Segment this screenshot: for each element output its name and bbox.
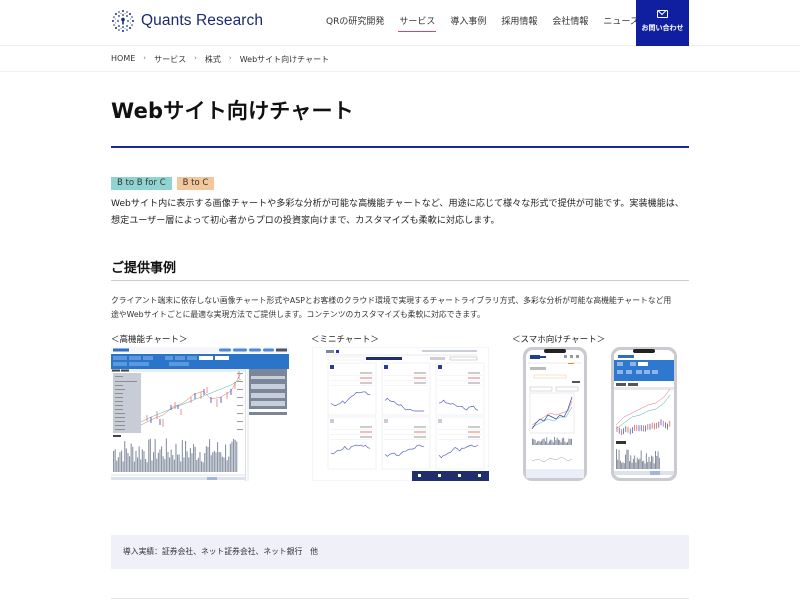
title-divider <box>111 146 689 148</box>
nav-item-news[interactable]: ニュース <box>603 15 639 33</box>
section-divider <box>111 280 689 281</box>
smartphone-chart-screenshot <box>520 345 680 483</box>
implementation-results-box: 導入実績：証券会社、ネット証券会社、ネット銀行 他 <box>111 535 689 569</box>
sample-label-advanced: ＜高機能チャート＞ <box>111 335 188 345</box>
bottom-divider <box>111 598 689 599</box>
nav-item-recruit[interactable]: 採用情報 <box>501 15 537 33</box>
breadcrumb-current: Webサイト向けチャート <box>239 55 330 64</box>
nav-item-services[interactable]: サービス <box>398 15 437 33</box>
logo-icon <box>112 10 134 32</box>
breadcrumb-bar: HOME › サービス › 株式 › Webサイト向けチャート <box>0 46 800 72</box>
nav-item-company[interactable]: 会社情報 <box>552 15 588 33</box>
desc-line: 途やWebサイトごとに最適な実現方法でご提供します。コンテンツのカスタマイズも柔… <box>111 310 485 319</box>
sample-label-smartphone: ＜スマホ向けチャート＞ <box>512 335 606 345</box>
implementation-results-text: 導入実績：証券会社、ネット証券会社、ネット銀行 他 <box>123 547 318 556</box>
site-header: Quants Research QRの研究開発 サービス 導入事例 採用情報 会… <box>0 0 800 46</box>
page-title: Webサイト向けチャート <box>111 99 354 123</box>
mail-icon <box>657 10 668 18</box>
intro-line: Webサイト内に表示する画像チャートや多彩な分析が可能な高機能チャートなど、用途… <box>111 199 684 209</box>
breadcrumb-separator: › <box>194 54 197 62</box>
tag-b2c: B to C <box>176 177 215 190</box>
desc-line: クライアント端末に依存しない画像チャート形式やASPとお客様のクラウド環境で実現… <box>111 296 672 305</box>
mini-chart-screenshot <box>312 347 489 481</box>
sample-label-mini: ＜ミニチャート＞ <box>311 335 379 345</box>
breadcrumb-separator: › <box>228 54 232 62</box>
intro-line: 想定ユーザー層によって初心者からプロの投資家向けまで、カスタマイズも柔軟に対応し… <box>111 216 500 226</box>
advanced-chart-screenshot <box>111 347 289 481</box>
breadcrumb: HOME › サービス › 株式 › Webサイト向けチャート <box>111 54 329 65</box>
tag-list: B to B for C B to C <box>111 177 219 190</box>
breadcrumb-services[interactable]: サービス <box>154 54 186 65</box>
breadcrumb-home[interactable]: HOME <box>111 54 135 65</box>
contact-button[interactable]: お問い合わせ <box>636 0 689 46</box>
section-title: ご提供事例 <box>111 261 177 276</box>
logo[interactable]: Quants Research <box>111 9 263 33</box>
breadcrumb-stocks[interactable]: 株式 <box>205 54 221 65</box>
contact-label: お問い合わせ <box>641 24 684 32</box>
section-description: クライアント端末に依存しない画像チャート形式やASPとお客様のクラウド環境で実現… <box>111 294 691 322</box>
nav-item-research[interactable]: QRの研究開発 <box>326 15 384 33</box>
main-nav: QRの研究開発 サービス 導入事例 採用情報 会社情報 ニュース <box>326 15 654 33</box>
intro-text: Webサイト内に表示する画像チャートや多彩な分析が可能な高機能チャートなど、用途… <box>111 196 691 230</box>
nav-item-case-studies[interactable]: 導入事例 <box>450 15 486 33</box>
tag-b2b2c: B to B for C <box>111 177 172 190</box>
breadcrumb-separator: › <box>143 54 147 62</box>
logo-text: Quants Research <box>141 12 264 29</box>
